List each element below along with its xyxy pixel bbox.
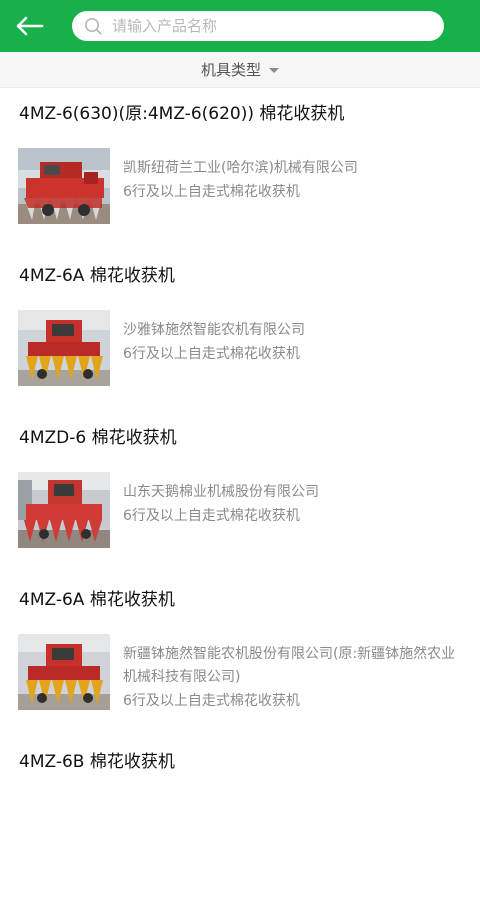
product-title: 4MZ-6B 棉花收获机 [19,752,175,772]
product-item[interactable]: 4MZD-6 棉花收获机 山东天鹅棉业机械股份有限公司 6行及以上自走式棉花收获… [0,412,480,574]
machine-type-filter-label: 机具类型 [200,61,261,79]
product-item[interactable]: 4MZ-6A 棉花收获机 沙雅钵施然智能农机有限公司 6行及以上自走式棉花收获机 [0,250,480,412]
product-item[interactable]: 4MZ-6B 棉花收获机 [0,736,480,898]
product-category: 6行及以上自走式棉花收获机 [123,184,300,200]
product-item[interactable]: 4MZ-6(630)(原:4MZ-6(620)) 棉花收获机 凯斯纽荷兰工业(哈… [0,88,480,250]
caret-down-icon [269,68,279,73]
product-title: 4MZ-6A 棉花收获机 [19,266,175,286]
product-company: 新疆钵施然智能农机股份有限公司(原:新疆钵施然农业机械科技有限公司) [123,646,456,685]
product-title: 4MZD-6 棉花收获机 [19,428,177,448]
search-box[interactable] [72,11,444,41]
product-info: 山东天鹅棉业机械股份有限公司 6行及以上自走式棉花收获机 [123,481,468,528]
product-list: 4MZ-6(630)(原:4MZ-6(620)) 棉花收获机 凯斯纽荷兰工业(哈… [0,88,480,898]
product-company: 沙雅钵施然智能农机有限公司 [123,322,305,338]
product-category: 6行及以上自走式棉花收获机 [123,346,300,362]
product-thumbnail [18,148,110,224]
product-item[interactable]: 4MZ-6A 棉花收获机 新疆钵施然智能农机股份有限公司(原:新疆钵施然农业机械… [0,574,480,736]
product-thumbnail [18,310,110,386]
search-input[interactable] [110,16,414,36]
machine-type-filter[interactable]: 机具类型 [201,59,279,80]
product-company: 凯斯纽荷兰工业(哈尔滨)机械有限公司 [123,160,358,176]
product-info: 沙雅钵施然智能农机有限公司 6行及以上自走式棉花收获机 [123,319,468,366]
back-button[interactable] [14,12,46,40]
product-thumbnail [18,634,110,710]
product-category: 6行及以上自走式棉花收获机 [123,508,300,524]
product-company: 山东天鹅棉业机械股份有限公司 [123,484,319,500]
product-title: 4MZ-6A 棉花收获机 [19,590,175,610]
back-arrow-icon [16,16,44,36]
product-thumbnail [18,472,110,548]
filter-bar: 机具类型 [0,52,480,88]
product-title: 4MZ-6(630)(原:4MZ-6(620)) 棉花收获机 [19,104,345,124]
search-icon [85,18,102,35]
product-category: 6行及以上自走式棉花收获机 [123,693,300,709]
top-bar [0,0,480,52]
product-info: 凯斯纽荷兰工业(哈尔滨)机械有限公司 6行及以上自走式棉花收获机 [123,157,468,204]
product-info: 新疆钵施然智能农机股份有限公司(原:新疆钵施然农业机械科技有限公司) 6行及以上… [123,643,468,713]
